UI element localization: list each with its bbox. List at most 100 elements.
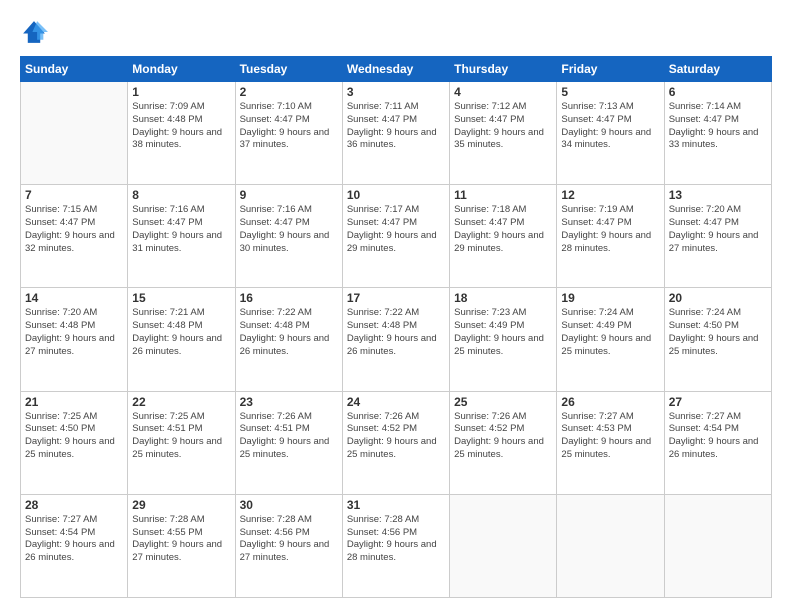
header (20, 18, 772, 46)
day-number: 23 (240, 395, 338, 409)
day-number: 30 (240, 498, 338, 512)
calendar-day-cell: 7 Sunrise: 7:15 AMSunset: 4:47 PMDaylight… (21, 185, 128, 288)
calendar-day-cell: 15 Sunrise: 7:21 AMSunset: 4:48 PMDayligh… (128, 288, 235, 391)
calendar-week-row: 21 Sunrise: 7:25 AMSunset: 4:50 PMDayligh… (21, 391, 772, 494)
day-info: Sunrise: 7:27 AMSunset: 4:54 PMDaylight:… (25, 514, 123, 565)
calendar-day-cell: 23 Sunrise: 7:26 AMSunset: 4:51 PMDayligh… (235, 391, 342, 494)
calendar-day-cell: 31 Sunrise: 7:28 AMSunset: 4:56 PMDayligh… (342, 494, 449, 597)
day-info: Sunrise: 7:28 AMSunset: 4:56 PMDaylight:… (240, 514, 338, 565)
calendar-col-header: Sunday (21, 57, 128, 82)
day-number: 6 (669, 85, 767, 99)
calendar-day-cell: 3Sunrise: 7:11 AMSunset: 4:47 PMDaylight… (342, 82, 449, 185)
day-info: Sunrise: 7:17 AMSunset: 4:47 PMDaylight:… (347, 204, 445, 255)
day-number: 15 (132, 291, 230, 305)
calendar-day-cell: 2Sunrise: 7:10 AMSunset: 4:47 PMDaylight… (235, 82, 342, 185)
calendar-day-cell: 30 Sunrise: 7:28 AMSunset: 4:56 PMDayligh… (235, 494, 342, 597)
day-number: 20 (669, 291, 767, 305)
day-number: 31 (347, 498, 445, 512)
day-number: 17 (347, 291, 445, 305)
calendar-day-cell: 13Sunrise: 7:20 AMSunset: 4:47 PMDayligh… (664, 185, 771, 288)
day-info: Sunrise: 7:20 AMSunset: 4:48 PMDaylight:… (25, 307, 123, 358)
day-info: Sunrise: 7:15 AMSunset: 4:47 PMDaylight:… (25, 204, 123, 255)
calendar-day-cell: 22 Sunrise: 7:25 AMSunset: 4:51 PMDayligh… (128, 391, 235, 494)
calendar-day-cell: 21 Sunrise: 7:25 AMSunset: 4:50 PMDayligh… (21, 391, 128, 494)
day-number: 8 (132, 188, 230, 202)
page: SundayMondayTuesdayWednesdayThursdayFrid… (0, 0, 792, 612)
day-info: Sunrise: 7:10 AMSunset: 4:47 PMDaylight:… (240, 101, 338, 152)
day-info: Sunrise: 7:26 AMSunset: 4:52 PMDaylight:… (347, 411, 445, 462)
day-info: Sunrise: 7:16 AMSunset: 4:47 PMDaylight:… (240, 204, 338, 255)
calendar-day-cell: 14 Sunrise: 7:20 AMSunset: 4:48 PMDayligh… (21, 288, 128, 391)
calendar-day-cell: 6 Sunrise: 7:14 AMSunset: 4:47 PMDaylight… (664, 82, 771, 185)
day-info: Sunrise: 7:18 AMSunset: 4:47 PMDaylight:… (454, 204, 552, 255)
calendar-week-row: 14 Sunrise: 7:20 AMSunset: 4:48 PMDayligh… (21, 288, 772, 391)
day-info: Sunrise: 7:26 AMSunset: 4:52 PMDaylight:… (454, 411, 552, 462)
calendar-day-cell: 24 Sunrise: 7:26 AMSunset: 4:52 PMDayligh… (342, 391, 449, 494)
calendar-day-cell (450, 494, 557, 597)
day-number: 10 (347, 188, 445, 202)
calendar-col-header: Tuesday (235, 57, 342, 82)
day-info: Sunrise: 7:27 AMSunset: 4:53 PMDaylight:… (561, 411, 659, 462)
calendar-day-cell: 16 Sunrise: 7:22 AMSunset: 4:48 PMDayligh… (235, 288, 342, 391)
day-number: 12 (561, 188, 659, 202)
day-number: 11 (454, 188, 552, 202)
day-number: 27 (669, 395, 767, 409)
day-number: 22 (132, 395, 230, 409)
day-info: Sunrise: 7:23 AMSunset: 4:49 PMDaylight:… (454, 307, 552, 358)
calendar-col-header: Monday (128, 57, 235, 82)
calendar-col-header: Wednesday (342, 57, 449, 82)
calendar-day-cell: 11 Sunrise: 7:18 AMSunset: 4:47 PMDayligh… (450, 185, 557, 288)
day-number: 1 (132, 85, 230, 99)
logo-icon (20, 18, 48, 46)
calendar-day-cell (557, 494, 664, 597)
calendar-day-cell: 4Sunrise: 7:12 AMSunset: 4:47 PMDaylight… (450, 82, 557, 185)
calendar-day-cell: 27 Sunrise: 7:27 AMSunset: 4:54 PMDayligh… (664, 391, 771, 494)
day-info: Sunrise: 7:25 AMSunset: 4:50 PMDaylight:… (25, 411, 123, 462)
day-info: Sunrise: 7:24 AMSunset: 4:50 PMDaylight:… (669, 307, 767, 358)
day-number: 13 (669, 188, 767, 202)
calendar-col-header: Saturday (664, 57, 771, 82)
day-info: Sunrise: 7:22 AMSunset: 4:48 PMDaylight:… (347, 307, 445, 358)
calendar-day-cell: 12Sunrise: 7:19 AMSunset: 4:47 PMDayligh… (557, 185, 664, 288)
calendar-day-cell: 5Sunrise: 7:13 AMSunset: 4:47 PMDaylight… (557, 82, 664, 185)
calendar-header-row: SundayMondayTuesdayWednesdayThursdayFrid… (21, 57, 772, 82)
day-number: 3 (347, 85, 445, 99)
day-number: 25 (454, 395, 552, 409)
day-info: Sunrise: 7:28 AMSunset: 4:56 PMDaylight:… (347, 514, 445, 565)
day-number: 29 (132, 498, 230, 512)
day-info: Sunrise: 7:16 AMSunset: 4:47 PMDaylight:… (132, 204, 230, 255)
day-info: Sunrise: 7:14 AMSunset: 4:47 PMDaylight:… (669, 101, 767, 152)
calendar-day-cell: 26Sunrise: 7:27 AMSunset: 4:53 PMDayligh… (557, 391, 664, 494)
day-number: 24 (347, 395, 445, 409)
calendar-day-cell: 9Sunrise: 7:16 AMSunset: 4:47 PMDaylight… (235, 185, 342, 288)
day-info: Sunrise: 7:25 AMSunset: 4:51 PMDaylight:… (132, 411, 230, 462)
day-info: Sunrise: 7:13 AMSunset: 4:47 PMDaylight:… (561, 101, 659, 152)
day-info: Sunrise: 7:26 AMSunset: 4:51 PMDaylight:… (240, 411, 338, 462)
calendar-week-row: 7 Sunrise: 7:15 AMSunset: 4:47 PMDaylight… (21, 185, 772, 288)
calendar-day-cell: 28 Sunrise: 7:27 AMSunset: 4:54 PMDayligh… (21, 494, 128, 597)
calendar-col-header: Thursday (450, 57, 557, 82)
day-info: Sunrise: 7:22 AMSunset: 4:48 PMDaylight:… (240, 307, 338, 358)
day-info: Sunrise: 7:21 AMSunset: 4:48 PMDaylight:… (132, 307, 230, 358)
day-info: Sunrise: 7:09 AMSunset: 4:48 PMDaylight:… (132, 101, 230, 152)
day-number: 19 (561, 291, 659, 305)
calendar-day-cell (21, 82, 128, 185)
calendar-day-cell: 10 Sunrise: 7:17 AMSunset: 4:47 PMDayligh… (342, 185, 449, 288)
day-info: Sunrise: 7:12 AMSunset: 4:47 PMDaylight:… (454, 101, 552, 152)
calendar-day-cell: 18 Sunrise: 7:23 AMSunset: 4:49 PMDayligh… (450, 288, 557, 391)
logo (20, 18, 50, 46)
day-number: 21 (25, 395, 123, 409)
calendar-day-cell: 19 Sunrise: 7:24 AMSunset: 4:49 PMDayligh… (557, 288, 664, 391)
day-number: 16 (240, 291, 338, 305)
day-info: Sunrise: 7:27 AMSunset: 4:54 PMDaylight:… (669, 411, 767, 462)
calendar-col-header: Friday (557, 57, 664, 82)
calendar-day-cell: 25 Sunrise: 7:26 AMSunset: 4:52 PMDayligh… (450, 391, 557, 494)
day-info: Sunrise: 7:24 AMSunset: 4:49 PMDaylight:… (561, 307, 659, 358)
calendar-day-cell: 29Sunrise: 7:28 AMSunset: 4:55 PMDayligh… (128, 494, 235, 597)
day-number: 14 (25, 291, 123, 305)
calendar-day-cell: 8 Sunrise: 7:16 AMSunset: 4:47 PMDaylight… (128, 185, 235, 288)
day-number: 28 (25, 498, 123, 512)
calendar-week-row: 28 Sunrise: 7:27 AMSunset: 4:54 PMDayligh… (21, 494, 772, 597)
day-number: 18 (454, 291, 552, 305)
day-number: 7 (25, 188, 123, 202)
